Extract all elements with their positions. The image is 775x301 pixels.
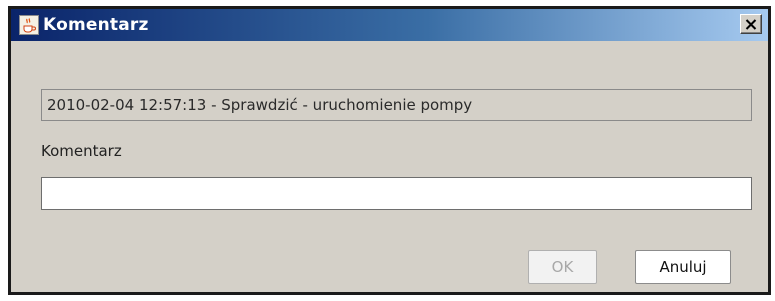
event-info-field: 2010-02-04 12:57:13 - Sprawdzić - urucho… (41, 89, 752, 121)
dialog-window: Komentarz 2010-02-04 12:57:13 - Sprawdzi… (8, 6, 771, 295)
comment-input[interactable] (41, 177, 752, 210)
cancel-button[interactable]: Anuluj (635, 250, 731, 284)
java-coffee-cup-icon (19, 15, 39, 35)
close-button[interactable] (740, 14, 762, 34)
comment-label: Komentarz (41, 142, 122, 160)
window-title: Komentarz (43, 15, 149, 35)
close-x-icon (745, 15, 757, 34)
ok-button[interactable]: OK (528, 250, 597, 284)
title-bar[interactable]: Komentarz (11, 9, 768, 41)
